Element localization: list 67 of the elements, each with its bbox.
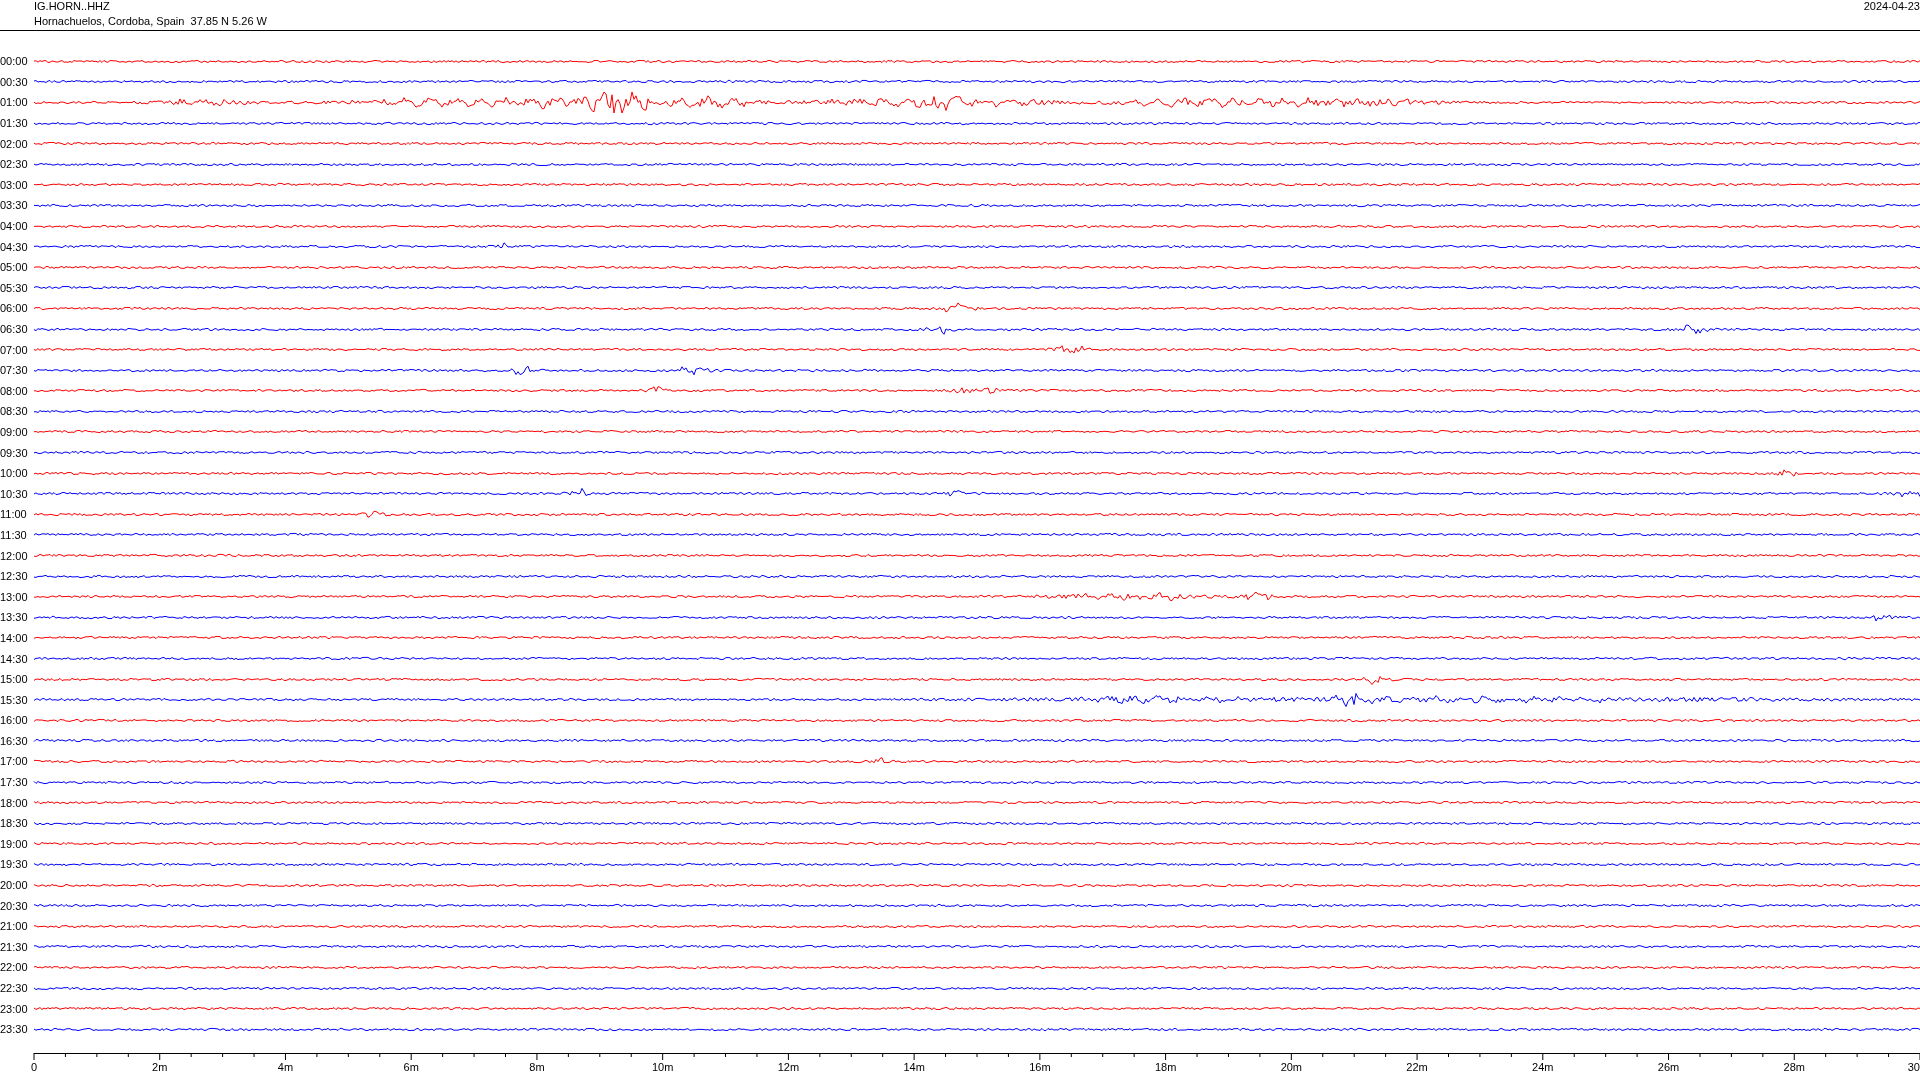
time-label: 12:30 <box>0 570 29 583</box>
time-label: 14:00 <box>0 631 29 644</box>
time-label: 17:30 <box>0 776 29 789</box>
time-label: 13:30 <box>0 611 29 624</box>
time-label: 01:00 <box>0 96 29 109</box>
axis-tick-label: 28m <box>1783 1060 1805 1073</box>
time-label: 17:00 <box>0 755 29 768</box>
station-code: IG.HORN..HHZ <box>34 0 110 12</box>
time-label: 00:30 <box>0 75 29 88</box>
time-label: 19:00 <box>0 837 29 850</box>
time-label: 13:00 <box>0 590 29 603</box>
time-label: 03:30 <box>0 199 29 212</box>
time-label: 22:30 <box>0 982 29 994</box>
time-label: 20:30 <box>0 899 29 912</box>
axis-tick-label: 20m <box>1280 1060 1303 1073</box>
time-label: 00:00 <box>0 55 29 68</box>
station-location: Hornachuelos, Cordoba, Spain 37.85 N 5.26 W <box>34 15 267 28</box>
time-label: 11:00 <box>0 508 28 521</box>
time-label: 06:00 <box>0 302 29 315</box>
axis-tick-label: 2m <box>152 1060 168 1073</box>
axis-tick-label: 6m <box>403 1060 419 1073</box>
time-label: 09:30 <box>0 446 29 459</box>
time-label: 08:00 <box>0 384 29 397</box>
time-label: 04:00 <box>0 220 29 233</box>
time-label: 12:00 <box>0 549 29 562</box>
time-label: 23:00 <box>0 1002 29 1015</box>
date-label: 2024-04-23 <box>1863 0 1920 12</box>
time-label: 01:30 <box>0 117 29 130</box>
time-label: 15:00 <box>0 673 29 686</box>
axis-tick-label: 22m <box>1406 1060 1428 1073</box>
time-label: 02:00 <box>0 137 29 150</box>
time-label: 22:00 <box>0 961 29 974</box>
axis-tick-label: 12m <box>777 1060 800 1073</box>
time-label: 11:30 <box>0 528 28 541</box>
time-label: 15:30 <box>0 693 29 706</box>
axis-tick-label: 16m <box>1029 1060 1051 1073</box>
time-label: 16:30 <box>0 734 29 747</box>
time-label: 06:30 <box>0 323 29 335</box>
time-label: 21:30 <box>0 940 29 953</box>
axis-tick-label: 4m <box>277 1060 294 1073</box>
axis-tick-label: 14m <box>903 1060 925 1073</box>
time-label: 05:30 <box>0 281 29 294</box>
time-label: 03:00 <box>0 178 29 191</box>
axis-tick-label: 26m <box>1657 1060 1680 1073</box>
time-label: 07:30 <box>0 364 29 377</box>
time-label: 08:30 <box>0 405 29 418</box>
axis-tick-label: 18m <box>1154 1060 1177 1073</box>
time-label: 05:00 <box>0 261 29 274</box>
time-label: 18:30 <box>0 817 29 830</box>
axis-tick-label: 10m <box>651 1060 674 1073</box>
time-label: 10:30 <box>0 487 29 500</box>
time-label: 23:30 <box>0 1023 29 1036</box>
time-label: 02:30 <box>0 158 29 171</box>
axis-tick-label: 24m <box>1532 1060 1554 1073</box>
time-label: 07:00 <box>0 343 29 356</box>
time-label: 04:30 <box>0 240 29 253</box>
time-label: 09:00 <box>0 426 29 438</box>
time-label: 18:00 <box>0 796 29 809</box>
time-label: 10:00 <box>0 467 29 480</box>
time-label: 16:00 <box>0 714 29 727</box>
time-label: 21:00 <box>0 920 29 933</box>
axis-tick-label: 0 <box>30 1060 38 1073</box>
axis-tick-label: 30 <box>1907 1060 1920 1073</box>
time-label: 19:30 <box>0 858 29 871</box>
time-label: 20:00 <box>0 879 29 892</box>
time-label: 14:30 <box>0 652 29 665</box>
axis-tick-label: 8m <box>529 1060 545 1073</box>
